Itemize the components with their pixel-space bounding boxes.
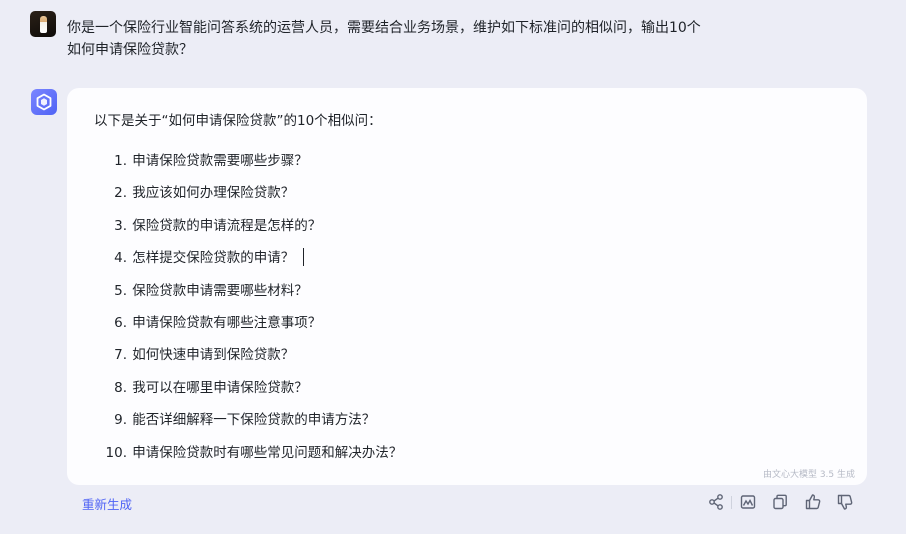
response-actions	[706, 492, 866, 514]
list-item-number: 4.	[114, 250, 127, 267]
list-item-number: 1.	[114, 153, 127, 169]
list-item-text: 能否详细解释一下保险贷款的申请方法？	[132, 412, 376, 429]
similar-question-item: 5. 保险贷款申请需要哪些材料？	[94, 280, 402, 312]
similar-question-item: 9. 能否详细解释一下保险贷款的申请方法？	[94, 409, 402, 441]
thumbs-down-icon[interactable]	[835, 492, 855, 512]
list-item-number: 2.	[114, 185, 127, 202]
list-item-text: 怎样提交保险贷款的申请？	[132, 250, 295, 267]
similar-questions-list: 1. 申请保险贷款需要哪些步骤？ 2. 我应该如何办理保险贷款？ 3. 保险贷款的申…	[94, 150, 403, 474]
list-item-text: 保险贷款的申请流程是怎样的？	[132, 217, 322, 234]
list-item-number: 6.	[114, 314, 127, 331]
generated-by-note: 由文心大模型 3.5 生成	[762, 470, 855, 480]
similar-question-item: 7. 如何快速申请到保险贷款？	[94, 344, 402, 376]
copy-icon[interactable]	[770, 492, 790, 512]
list-item-text: 我应该如何办理保险贷款？	[132, 185, 295, 202]
image-icon[interactable]	[738, 492, 758, 512]
user-message-line2: 如何申请保险贷款？	[67, 42, 193, 58]
list-item-text: 申请保险贷款需要哪些步骤？	[132, 153, 308, 169]
similar-question-item: 6. 申请保险贷款有哪些注意事项？	[94, 312, 402, 344]
list-item-number: 9.	[114, 412, 127, 429]
bot-response-bubble: 以下是关于“如何申请保险贷款”的10个相似问： 1. 申请保险贷款需要哪些步骤？…	[67, 88, 867, 485]
list-item-text: 申请保险贷款有哪些注意事项？	[132, 314, 322, 331]
user-message-text: 你是一个保险行业智能问答系统的运营人员，需要结合业务场景，维护如下标准问的相似问…	[67, 17, 787, 61]
similar-question-item: 1. 申请保险贷款需要哪些步骤？	[94, 150, 402, 182]
regenerate-button[interactable]: 重新生成	[82, 494, 132, 513]
bot-avatar	[31, 89, 57, 115]
thumbs-up-icon[interactable]	[803, 492, 823, 512]
similar-question-item: 4. 怎样提交保险贷款的申请？	[94, 247, 402, 279]
user-avatar	[30, 11, 56, 37]
list-item-text: 如何快速申请到保险贷款？	[132, 347, 295, 364]
list-item-number: 8.	[114, 379, 127, 396]
list-item-text: 我可以在哪里申请保险贷款？	[132, 379, 308, 396]
list-item-number: 7.	[114, 347, 127, 364]
list-item-number: 10.	[105, 444, 127, 461]
list-item-number: 5.	[114, 282, 127, 299]
text-cursor	[303, 248, 305, 267]
response-intro: 以下是关于“如何申请保险贷款”的10个相似问：	[94, 113, 382, 129]
similar-question-item: 10. 申请保险贷款时有哪些常见问题和解决办法？	[94, 442, 403, 474]
similar-question-item: 3. 保险贷款的申请流程是怎样的？	[94, 215, 402, 247]
divider	[731, 496, 732, 509]
list-item-text: 申请保险贷款时有哪些常见问题和解决办法？	[132, 444, 403, 461]
similar-question-item: 8. 我可以在哪里申请保险贷款？	[94, 377, 402, 409]
ernie-logo-icon	[36, 93, 52, 111]
list-item-text: 保险贷款申请需要哪些材料？	[132, 282, 308, 299]
list-item-number: 3.	[114, 217, 127, 234]
share-icon[interactable]	[706, 492, 726, 512]
similar-question-item: 2. 我应该如何办理保险贷款？	[94, 182, 402, 214]
user-message-line1: 你是一个保险行业智能问答系统的运营人员，需要结合业务场景，维护如下标准问的相似问…	[67, 20, 701, 36]
